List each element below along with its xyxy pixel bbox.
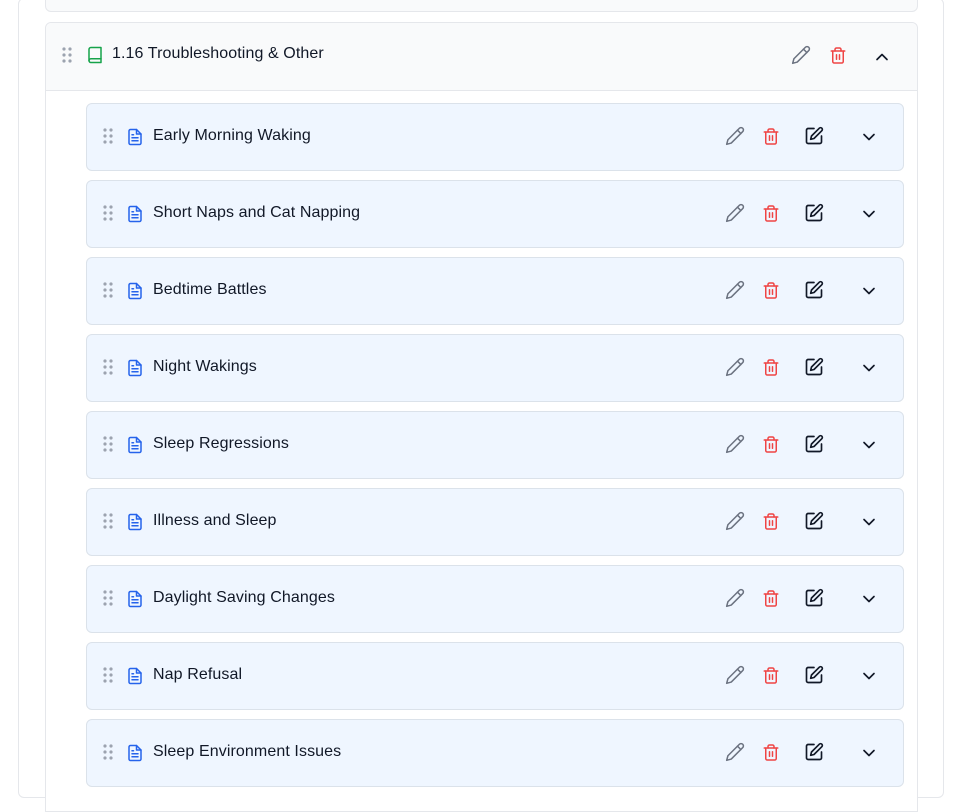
delete-lesson-button[interactable]: [762, 589, 780, 608]
drag-handle-icon[interactable]: [103, 359, 113, 375]
collapse-module-button[interactable]: [872, 47, 892, 67]
lesson-title: Short Naps and Cat Napping: [153, 204, 361, 221]
expand-lesson-button[interactable]: [859, 743, 879, 763]
expand-lesson-button[interactable]: [859, 204, 879, 224]
document-icon: [126, 204, 144, 224]
lesson-item[interactable]: Early Morning Waking: [86, 103, 904, 171]
drag-handle-icon[interactable]: [103, 590, 113, 606]
drag-handle-icon[interactable]: [62, 47, 72, 63]
book-icon: [86, 46, 104, 64]
delete-lesson-button[interactable]: [762, 512, 780, 531]
lesson-item[interactable]: Nap Refusal: [86, 642, 904, 710]
document-icon: [126, 666, 144, 686]
edit-content-button[interactable]: [804, 511, 824, 531]
lesson-title: Night Wakings: [153, 358, 257, 375]
lesson-item[interactable]: Night Wakings: [86, 334, 904, 402]
expand-lesson-button[interactable]: [859, 281, 879, 301]
rename-lesson-button[interactable]: [725, 742, 745, 762]
expand-lesson-button[interactable]: [859, 127, 879, 147]
previous-module-card: [45, 0, 918, 12]
drag-handle-icon[interactable]: [103, 513, 113, 529]
drag-handle-icon[interactable]: [103, 744, 113, 760]
document-icon: [126, 743, 144, 763]
drag-handle-icon[interactable]: [103, 205, 113, 221]
module-card: 1.16 Troubleshooting & Other Early Morni…: [45, 22, 918, 812]
expand-lesson-button[interactable]: [859, 512, 879, 532]
lesson-item[interactable]: Bedtime Battles: [86, 257, 904, 325]
rename-lesson-button[interactable]: [725, 357, 745, 377]
lesson-item[interactable]: Sleep Regressions: [86, 411, 904, 479]
expand-lesson-button[interactable]: [859, 358, 879, 378]
expand-lesson-button[interactable]: [859, 589, 879, 609]
delete-lesson-button[interactable]: [762, 281, 780, 300]
document-icon: [126, 589, 144, 609]
edit-content-button[interactable]: [804, 126, 824, 146]
document-icon: [126, 512, 144, 532]
delete-lesson-button[interactable]: [762, 358, 780, 377]
lesson-item[interactable]: Sleep Environment Issues: [86, 719, 904, 787]
lesson-title: Illness and Sleep: [153, 512, 277, 529]
drag-handle-icon[interactable]: [103, 436, 113, 452]
document-icon: [126, 435, 144, 455]
rename-lesson-button[interactable]: [725, 588, 745, 608]
delete-lesson-button[interactable]: [762, 435, 780, 454]
rename-lesson-button[interactable]: [725, 126, 745, 146]
lesson-item[interactable]: Short Naps and Cat Napping: [86, 180, 904, 248]
delete-lesson-button[interactable]: [762, 666, 780, 685]
lesson-item[interactable]: Daylight Saving Changes: [86, 565, 904, 633]
drag-handle-icon[interactable]: [103, 667, 113, 683]
delete-module-button[interactable]: [829, 46, 847, 65]
edit-content-button[interactable]: [804, 434, 824, 454]
edit-content-button[interactable]: [804, 280, 824, 300]
rename-lesson-button[interactable]: [725, 203, 745, 223]
module-title: 1.16 Troubleshooting & Other: [112, 45, 324, 62]
lesson-title: Early Morning Waking: [153, 127, 311, 144]
lesson-title: Sleep Environment Issues: [153, 743, 342, 760]
rename-module-button[interactable]: [791, 45, 811, 65]
edit-content-button[interactable]: [804, 588, 824, 608]
drag-handle-icon[interactable]: [103, 128, 113, 144]
rename-lesson-button[interactable]: [725, 511, 745, 531]
rename-lesson-button[interactable]: [725, 280, 745, 300]
edit-content-button[interactable]: [804, 742, 824, 762]
delete-lesson-button[interactable]: [762, 204, 780, 223]
delete-lesson-button[interactable]: [762, 127, 780, 146]
document-icon: [126, 127, 144, 147]
delete-lesson-button[interactable]: [762, 743, 780, 762]
document-icon: [126, 281, 144, 301]
edit-content-button[interactable]: [804, 203, 824, 223]
drag-handle-icon[interactable]: [103, 282, 113, 298]
lesson-item[interactable]: Illness and Sleep: [86, 488, 904, 556]
edit-content-button[interactable]: [804, 357, 824, 377]
rename-lesson-button[interactable]: [725, 665, 745, 685]
expand-lesson-button[interactable]: [859, 435, 879, 455]
module-header[interactable]: 1.16 Troubleshooting & Other: [46, 23, 917, 91]
expand-lesson-button[interactable]: [859, 666, 879, 686]
lesson-title: Nap Refusal: [153, 666, 243, 683]
lesson-list: Early Morning Waking Short Naps and Cat …: [86, 103, 904, 796]
lesson-title: Bedtime Battles: [153, 281, 267, 298]
lesson-title: Sleep Regressions: [153, 435, 289, 452]
rename-lesson-button[interactable]: [725, 434, 745, 454]
lesson-title: Daylight Saving Changes: [153, 589, 335, 606]
edit-content-button[interactable]: [804, 665, 824, 685]
document-icon: [126, 358, 144, 378]
